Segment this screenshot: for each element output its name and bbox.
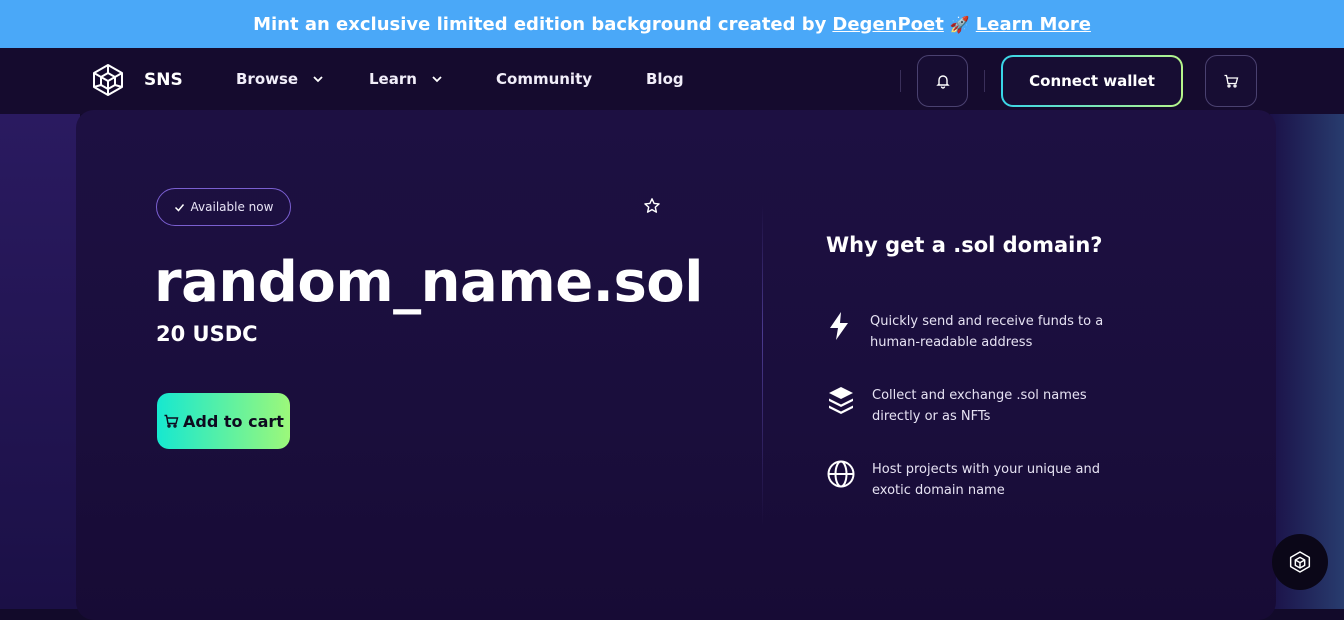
feature-text: Collect and exchange .sol names directly… [872, 388, 1087, 424]
top-nav: SNS Browse Learn Community Blog Connect … [0, 48, 1344, 114]
cart-icon [164, 414, 179, 428]
nav-divider [984, 70, 985, 92]
chevron-down-icon [313, 76, 323, 83]
add-to-cart-button[interactable]: Add to cart [157, 393, 290, 449]
notifications-button[interactable] [917, 55, 968, 107]
status-badge: Available now [156, 188, 291, 226]
chevron-down-icon [432, 76, 442, 83]
banner-author-link[interactable]: DegenPoet [832, 14, 943, 35]
status-text: Available now [190, 200, 274, 214]
nav-item-label: Learn [369, 70, 417, 88]
add-to-cart-label: Add to cart [183, 411, 284, 431]
connect-wallet-label: Connect wallet [1003, 57, 1181, 105]
bell-icon [935, 75, 950, 89]
star-icon [644, 198, 660, 213]
floating-sns-button[interactable] [1272, 534, 1328, 590]
nav-item-community[interactable]: Community [496, 70, 592, 88]
brand-name[interactable]: SNS [144, 70, 183, 90]
background-left [0, 114, 80, 609]
banner-learn-more-link[interactable]: Learn More [976, 14, 1091, 35]
feature-item: Quickly send and receive funds to a huma… [824, 311, 1130, 353]
cube-icon [1289, 551, 1311, 573]
promo-banner: Mint an exclusive limited edition backgr… [0, 0, 1344, 48]
nav-item-label: Community [496, 70, 593, 88]
feature-item: Collect and exchange .sol names directly… [826, 385, 1132, 427]
domain-price: 20 USDC [156, 322, 258, 346]
favorite-button[interactable] [638, 192, 666, 220]
rocket-icon: 🚀 [949, 14, 970, 34]
nav-item-label: Blog [646, 70, 684, 88]
cart-icon [1224, 74, 1239, 88]
feature-text: Quickly send and receive funds to a huma… [870, 314, 1104, 350]
feature-text: Host projects with your unique and exoti… [872, 462, 1101, 498]
globe-icon [826, 459, 856, 489]
nav-item-learn[interactable]: Learn [369, 70, 443, 88]
feature-item: Host projects with your unique and exoti… [826, 459, 1132, 501]
nav-item-browse[interactable]: Browse [236, 70, 324, 88]
banner-text: Mint an exclusive limited edition backgr… [253, 13, 827, 35]
domain-card [76, 110, 1276, 620]
nav-item-blog[interactable]: Blog [646, 70, 684, 88]
check-icon [174, 203, 184, 212]
domain-name: random_name.sol [154, 250, 703, 315]
section-divider [762, 205, 763, 525]
nav-divider [900, 70, 901, 92]
connect-wallet-button[interactable]: Connect wallet [1001, 55, 1183, 107]
nav-item-label: Browse [236, 70, 299, 88]
why-title: Why get a .sol domain? [826, 233, 1103, 257]
lightning-icon [824, 311, 854, 341]
cart-button[interactable] [1205, 55, 1257, 107]
cube-icon[interactable] [90, 62, 126, 98]
layers-icon [826, 385, 856, 415]
